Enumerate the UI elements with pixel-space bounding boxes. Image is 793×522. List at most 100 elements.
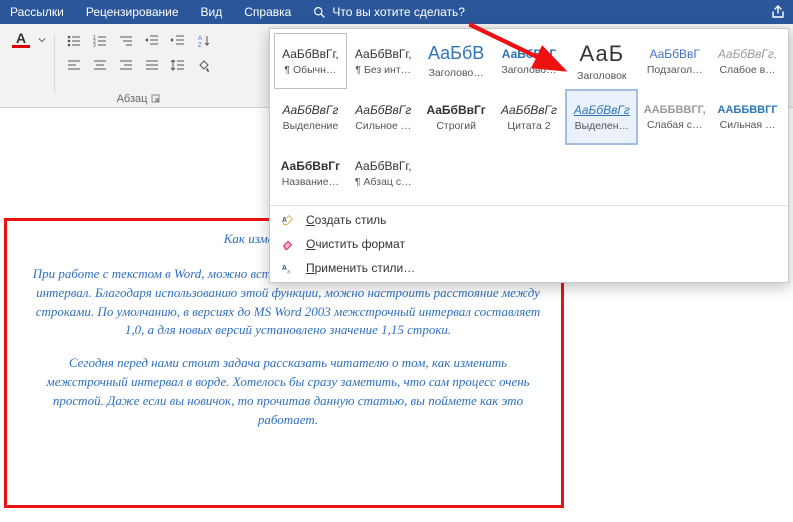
eraser-icon [280, 236, 296, 252]
sort-icon: AZ [196, 33, 212, 49]
style-name-label: Выделен… [575, 120, 629, 132]
tell-me-search[interactable]: Что вы хотите сделать? [313, 5, 465, 19]
ribbon-tabbar: Рассылки Рецензирование Вид Справка Что … [0, 0, 793, 24]
paragraph-caption[interactable]: Абзац [117, 93, 162, 107]
paragraph-caption-label: Абзац [117, 93, 148, 105]
style-preview: ААББВВГГ [718, 104, 778, 116]
style-tile[interactable]: АаБбВвГг, Слабое в… [711, 33, 784, 89]
shading-button[interactable] [192, 54, 216, 76]
line-spacing-button[interactable] [166, 54, 190, 76]
style-preview: АаБбВвГг, [355, 47, 412, 61]
style-name-label: Слабая с… [647, 119, 703, 131]
style-tile[interactable]: АаБбВвГг Сильное … [347, 89, 420, 145]
styles-gallery-panel: АаБбВвГг,¶ Обычн…АаБбВвГг,¶ Без инт…АаБб… [269, 28, 789, 283]
tab-help[interactable]: Справка [244, 5, 291, 19]
letter-a-icon: A [16, 32, 26, 44]
tell-me-label: Что вы хотите сделать? [332, 5, 465, 19]
style-name-label: Сильная … [720, 119, 776, 131]
style-preview: АаБ [580, 41, 625, 67]
multilevel-button[interactable] [114, 30, 138, 52]
clear-format-label: Очистить формат [306, 237, 405, 251]
svg-text:A: A [282, 265, 287, 272]
font-color-group: A [6, 28, 54, 107]
style-name-label: Цитата 2 [507, 120, 550, 132]
style-name-label: Подзагол… [647, 64, 703, 76]
style-preview: ААББВВГГ, [644, 104, 706, 116]
align-left-button[interactable] [62, 54, 86, 76]
font-color-button[interactable]: A [6, 30, 36, 50]
dialog-launcher-icon[interactable] [151, 94, 161, 104]
align-right-icon [118, 57, 134, 73]
align-right-button[interactable] [114, 54, 138, 76]
style-tile[interactable]: АаБбВвГгСтрогий [420, 89, 493, 145]
style-name-label: ¶ Без инт… [355, 64, 411, 76]
align-center-button[interactable] [88, 54, 112, 76]
style-tile[interactable]: АаБбВЗаголово… [420, 33, 493, 89]
decrease-indent-icon [144, 33, 160, 49]
numbering-button[interactable]: 123 [88, 30, 112, 52]
style-name-label: Выделение [283, 120, 339, 132]
sort-button[interactable]: AZ [192, 30, 216, 52]
style-tile[interactable]: ААББВВГГ Сильная … [711, 89, 784, 145]
style-tile[interactable]: АаБбВвГ Подзагол… [638, 33, 711, 89]
line-spacing-icon [170, 57, 186, 73]
bullets-icon [66, 33, 82, 49]
paragraph-group: 123 AZ [54, 28, 224, 107]
share-icon [770, 4, 786, 20]
style-tile[interactable]: АаБ Заголовок [565, 33, 638, 89]
style-tile[interactable]: АаБбВвГгВыделение [274, 89, 347, 145]
share-button[interactable] [767, 1, 789, 23]
style-tile[interactable]: ААББВВГГ, Слабая с… [638, 89, 711, 145]
tab-review[interactable]: Рецензирование [86, 5, 179, 19]
style-preview: АаБбВвГг [426, 103, 485, 117]
style-tile[interactable]: АаБбВвГг,¶ Абзац с… [347, 145, 420, 201]
numbering-icon: 123 [92, 33, 108, 49]
style-tile[interactable]: АаБбВвГг, ¶ Без инт… [347, 33, 420, 89]
svg-text:A: A [198, 36, 202, 42]
style-tile[interactable]: АаБбВвГг Цитата 2 [493, 89, 566, 145]
style-name-label: Сильное … [355, 120, 411, 132]
align-justify-button[interactable] [140, 54, 164, 76]
style-tile[interactable]: АаБбВвГг Название… [274, 145, 347, 201]
style-preview: АаБбВвГг, [355, 159, 412, 173]
style-tile[interactable]: АаБбВвГгВыделен… [565, 89, 638, 145]
svg-text:a: a [287, 268, 291, 275]
style-name-label: Заголово… [501, 64, 556, 76]
style-tile[interactable]: АаБбВвГ Заголово… [493, 33, 566, 89]
apply-styles-icon: Aa [280, 260, 296, 276]
chevron-down-icon[interactable] [38, 36, 46, 44]
decrease-indent-button[interactable] [140, 30, 164, 52]
color-bar [12, 45, 30, 48]
increase-indent-button[interactable] [166, 30, 190, 52]
style-preview: АаБбВвГ [649, 47, 699, 61]
style-preview: АаБбВвГг [281, 159, 340, 173]
align-center-icon [92, 57, 108, 73]
style-preview: АаБбВвГ [502, 47, 556, 61]
style-name-label: Название… [282, 176, 339, 188]
style-preview: АаБбВвГг, [718, 47, 777, 61]
svg-text:Z: Z [198, 43, 202, 49]
styles-gallery-menu: A Создать стиль Очистить формат Aa Приме… [270, 205, 788, 282]
apply-styles-label: Применить стили… [306, 261, 415, 275]
style-preview: АаБбВвГг [501, 103, 557, 117]
style-preview: АаБбВвГг [355, 103, 411, 117]
create-style-icon: A [280, 212, 296, 228]
bullets-button[interactable] [62, 30, 86, 52]
style-name-label: Заголовок [577, 70, 626, 82]
svg-text:3: 3 [93, 43, 96, 49]
shading-icon [196, 57, 212, 73]
align-justify-icon [144, 57, 160, 73]
style-tile[interactable]: АаБбВвГг,¶ Обычн… [274, 33, 347, 89]
tab-view[interactable]: Вид [201, 5, 223, 19]
apply-styles-item[interactable]: Aa Применить стили… [270, 256, 788, 280]
style-name-label: ¶ Обычн… [284, 64, 336, 76]
clear-format-item[interactable]: Очистить формат [270, 232, 788, 256]
style-preview: АаБбВ [428, 43, 484, 64]
doc-paragraph-2: Сегодня перед нами стоит задача рассказа… [28, 354, 548, 429]
align-left-icon [66, 57, 82, 73]
style-name-label: Слабое в… [719, 64, 775, 76]
create-style-item[interactable]: A Создать стиль [270, 208, 788, 232]
create-style-label: Создать стиль [306, 213, 386, 227]
tab-mailings[interactable]: Рассылки [10, 5, 64, 19]
styles-grid: АаБбВвГг,¶ Обычн…АаБбВвГг,¶ Без инт…АаБб… [270, 29, 788, 205]
